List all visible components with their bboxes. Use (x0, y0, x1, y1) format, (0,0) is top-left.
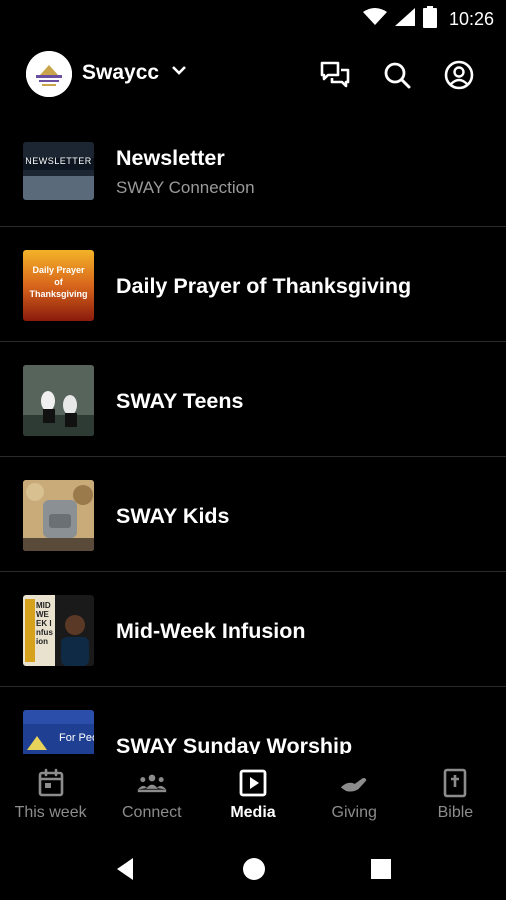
nav-bible[interactable]: Bible (405, 754, 506, 834)
play-icon (238, 768, 268, 798)
sway-sunday-worship-thumbnail-text: For Peo (59, 732, 94, 744)
media-item-title: Mid-Week Infusion (116, 619, 306, 643)
nav-giving[interactable]: Giving (304, 754, 405, 834)
church-name[interactable]: Swaycc (82, 61, 159, 85)
nav-label: This week (14, 804, 87, 821)
calendar-icon (36, 768, 66, 798)
system-nav-bar (0, 834, 506, 900)
media-item-sway-kids[interactable]: SWAY Kids (0, 457, 506, 572)
status-bar: 10:26 (0, 0, 506, 36)
daily-prayer-thumbnail: Daily Prayer of Thanksgiving (23, 250, 94, 321)
media-item-title: Daily Prayer of Thanksgiving (116, 274, 412, 298)
media-item-newsletter[interactable]: NEWSLETTER Newsletter SWAY Connection (0, 112, 506, 227)
media-item-mid-week-infusion[interactable]: MIDWEEK Infusion Mid-Week Infusion (0, 572, 506, 687)
nav-label: Bible (437, 804, 474, 821)
mid-week-infusion-thumbnail: MIDWEEK Infusion (23, 595, 94, 666)
media-item-title: SWAY Sunday Worship (116, 734, 353, 754)
signal-icon (394, 8, 415, 31)
media-item-title: SWAY Kids (116, 504, 230, 528)
sway-teens-thumbnail (23, 365, 94, 436)
nav-this-week[interactable]: This week (0, 754, 101, 834)
media-item-sway-sunday-worship[interactable]: For Peo SWAY Sunday Worship (0, 687, 506, 754)
nav-connect[interactable]: Connect (101, 754, 202, 834)
bottom-nav: This week Connect Media Giving Bible (0, 754, 506, 834)
media-item-daily-prayer[interactable]: Daily Prayer of Thanksgiving Daily Praye… (0, 227, 506, 342)
status-time: 10:26 (448, 9, 494, 29)
church-logo[interactable] (26, 51, 72, 97)
app-header: Swaycc (0, 46, 506, 104)
nav-label: Connect (122, 804, 182, 821)
chat-icon[interactable] (318, 58, 352, 92)
recents-icon[interactable] (366, 854, 396, 884)
media-item-sway-teens[interactable]: SWAY Teens (0, 342, 506, 457)
sway-kids-thumbnail (23, 480, 94, 551)
wifi-icon (362, 8, 387, 31)
hand-icon (339, 768, 369, 798)
chevron-down-icon[interactable] (170, 64, 188, 83)
media-list: NEWSLETTER Newsletter SWAY Connection Da… (0, 112, 506, 754)
home-icon[interactable] (239, 854, 269, 884)
nav-label: Giving (331, 804, 377, 821)
mid-week-infusion-thumbnail-text: MIDWEEK Infusion (36, 601, 53, 646)
newsletter-thumbnail-text: NEWSLETTER (25, 156, 92, 166)
sway-sunday-worship-thumbnail: For Peo (23, 710, 94, 754)
bible-icon (440, 768, 470, 798)
media-item-title: Newsletter (116, 146, 225, 170)
media-item-subtitle: SWAY Connection (116, 178, 255, 197)
people-icon (137, 768, 167, 798)
nav-media[interactable]: Media (202, 754, 303, 834)
battery-icon (422, 6, 437, 33)
media-item-title: SWAY Teens (116, 389, 244, 413)
newsletter-thumbnail: NEWSLETTER (23, 142, 94, 200)
account-icon[interactable] (442, 58, 476, 92)
nav-label: Media (230, 804, 276, 821)
back-icon[interactable] (110, 854, 140, 884)
daily-prayer-thumbnail-text: Daily Prayer of Thanksgiving (29, 265, 88, 299)
search-icon[interactable] (380, 58, 414, 92)
